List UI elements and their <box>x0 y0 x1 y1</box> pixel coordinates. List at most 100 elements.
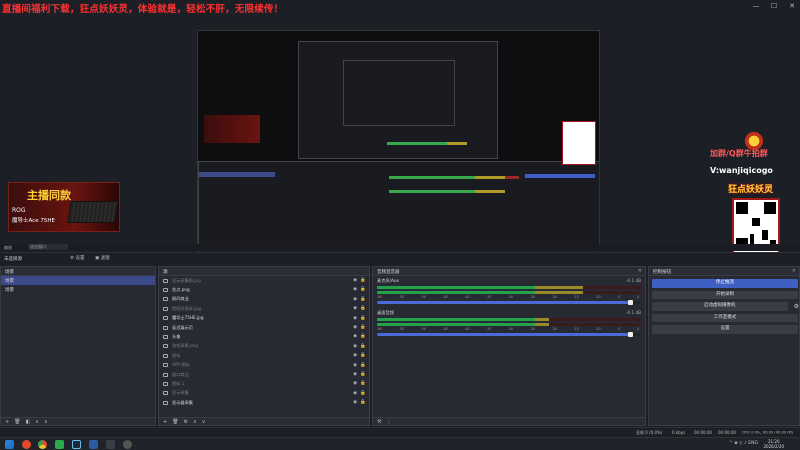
move-up-icon[interactable]: ∧ <box>35 419 39 425</box>
eye-icon[interactable]: ◉ <box>353 306 357 311</box>
source-item[interactable]: APP 图标 ◉ 🔒 <box>159 361 369 370</box>
scene-item[interactable]: 场景 <box>1 285 155 294</box>
close-icon[interactable]: ✕ <box>792 268 796 274</box>
scene-item[interactable]: 场景 <box>1 276 155 285</box>
windows-start-icon[interactable] <box>5 440 14 449</box>
eye-icon[interactable]: ◉ <box>353 316 357 321</box>
properties-button[interactable]: ⚙ 设置 <box>70 255 84 261</box>
stop-stream-button[interactable]: 停止推流 <box>652 279 798 288</box>
eye-icon[interactable]: ◉ <box>353 363 357 368</box>
source-item[interactable]: 顾问商业 ◉ 🔒 <box>159 295 369 304</box>
lock-icon[interactable]: 🔒 <box>360 287 366 292</box>
eye-icon[interactable]: ◉ <box>353 391 357 396</box>
studio-mode-button[interactable]: 工作室模式 <box>652 313 798 322</box>
app-icon[interactable] <box>89 440 98 449</box>
source-item[interactable]: 游戏采集.png ◉ 🔒 <box>159 342 369 351</box>
eye-icon[interactable]: ◉ <box>353 381 357 386</box>
lock-icon[interactable]: 🔒 <box>360 297 366 302</box>
scale-tick-label: -10 <box>595 327 601 331</box>
source-item[interactable]: 提网页图录.jpg ◉ 🔒 <box>159 304 369 313</box>
clock[interactable]: 21:20 2026/2/20 <box>763 439 784 449</box>
source-item[interactable]: 显示采集图.jpg ◉ 🔒 <box>159 276 369 285</box>
chrome-icon[interactable] <box>38 440 47 449</box>
app-icon[interactable] <box>55 440 64 449</box>
slider-handle[interactable] <box>628 332 634 337</box>
virtual-cam-row: 启动虚拟摄像机 ⚙ <box>649 299 799 311</box>
source-item[interactable]: 魔导士75HE.jpg ◉ 🔒 <box>159 314 369 323</box>
source-item[interactable]: 图标 ◉ 🔒 <box>159 351 369 360</box>
trash-icon[interactable]: 🗑 <box>172 419 178 425</box>
slider-handle[interactable] <box>628 300 634 305</box>
maximize-button[interactable]: ☐ <box>770 2 778 10</box>
settings-button[interactable]: 设置 <box>652 325 798 334</box>
source-item[interactable]: 窗口商品 ◉ 🔒 <box>159 370 369 379</box>
source-item[interactable]: 图标 1 ◉ 🔒 <box>159 379 369 388</box>
volume-meter <box>377 286 641 289</box>
obs-icon[interactable] <box>123 440 132 449</box>
eye-icon[interactable]: ◉ <box>353 400 357 405</box>
eye-icon[interactable]: ◉ <box>353 372 357 377</box>
gear-icon[interactable]: ⚙ <box>794 303 799 310</box>
source-item[interactable]: 显示器采集 ◉ 🔒 <box>159 398 369 407</box>
image-icon <box>163 316 168 321</box>
preview-canvas[interactable] <box>197 30 600 258</box>
lock-icon[interactable]: 🔒 <box>360 353 366 358</box>
filter-icon[interactable]: ◧ <box>26 419 31 425</box>
lock-icon[interactable]: 🔒 <box>360 278 366 283</box>
eye-icon[interactable]: ◉ <box>353 278 357 283</box>
eye-icon[interactable]: ◉ <box>353 287 357 292</box>
eye-icon[interactable]: ◉ <box>353 325 357 330</box>
add-icon[interactable]: + <box>5 419 9 425</box>
lock-icon[interactable]: 🔒 <box>360 306 366 311</box>
move-down-icon[interactable]: ∨ <box>44 419 48 425</box>
scale-tick-label: -55 <box>398 327 405 331</box>
source-item[interactable]: 延迟展示页 ◉ 🔒 <box>159 323 369 332</box>
app-icon[interactable] <box>22 440 31 449</box>
lock-icon[interactable]: 🔒 <box>360 334 366 339</box>
filters-button[interactable]: ▣ 滤镜 <box>95 255 110 261</box>
steam-icon[interactable] <box>72 440 81 449</box>
virtual-camera-button[interactable]: 启动虚拟摄像机 <box>652 302 788 311</box>
gear-icon[interactable]: ⚙ <box>184 419 188 425</box>
record-time: 00:00:00 <box>718 430 736 435</box>
start-record-button[interactable]: 开始录制 <box>652 290 798 299</box>
eye-icon[interactable]: ◉ <box>353 344 357 349</box>
app-icon[interactable] <box>106 440 115 449</box>
wrench-icon[interactable]: ⚒ <box>377 419 381 425</box>
eye-icon[interactable]: ◉ <box>353 334 357 339</box>
eye-icon[interactable]: ◉ <box>353 297 357 302</box>
minimize-button[interactable]: — <box>752 2 760 10</box>
add-icon[interactable]: + <box>163 419 167 425</box>
move-down-icon[interactable]: ∨ <box>202 419 206 425</box>
lock-icon[interactable]: 🔒 <box>360 381 366 386</box>
title-bar: 直播间福利下载，狂点妖妖灵，体验就是，轻松不肝，无限续传！ — ☐ ✕ <box>0 0 800 15</box>
lock-icon[interactable]: 🔒 <box>360 344 366 349</box>
close-icon[interactable]: ✕ <box>638 268 642 274</box>
close-button[interactable]: ✕ <box>788 2 796 10</box>
eye-icon[interactable]: ◉ <box>353 353 357 358</box>
lock-icon[interactable]: 🔒 <box>360 316 366 321</box>
scale-tick-label: -10 <box>595 295 601 299</box>
language-indicator[interactable]: ENG <box>748 441 758 446</box>
source-item[interactable]: 花点.png ◉ 🔒 <box>159 285 369 294</box>
source-item[interactable]: 显示采集 ◉ 🔒 <box>159 389 369 398</box>
lock-icon[interactable]: 🔒 <box>360 400 366 405</box>
lock-icon[interactable]: 🔒 <box>360 325 366 330</box>
trash-icon[interactable]: 🗑 <box>14 419 20 425</box>
volume-slider[interactable] <box>377 300 641 305</box>
source-item[interactable]: 头像 ◉ 🔒 <box>159 332 369 341</box>
track-name: 麦克风/Aux <box>377 278 399 283</box>
more-icon[interactable]: ⋮ <box>386 419 391 425</box>
ad-model: 魔导士Ace 75HE <box>12 218 55 224</box>
lock-icon[interactable]: 🔒 <box>360 372 366 377</box>
move-up-icon[interactable]: ∧ <box>193 419 197 425</box>
tray-icons[interactable]: ⌃ ◈ ◇ ♪ <box>729 441 748 446</box>
preview-area[interactable]: 主播同款 ROG 魔导士Ace 75HE <box>0 14 800 258</box>
promo-group: 加群/Q群牛拍群 <box>710 149 768 158</box>
zoom-select[interactable]: 适应窗口 <box>28 244 68 250</box>
image-icon <box>163 335 168 340</box>
scale-tick-label: -5 <box>617 327 621 331</box>
lock-icon[interactable]: 🔒 <box>360 363 366 368</box>
volume-slider[interactable] <box>377 332 641 337</box>
lock-icon[interactable]: 🔒 <box>360 391 366 396</box>
